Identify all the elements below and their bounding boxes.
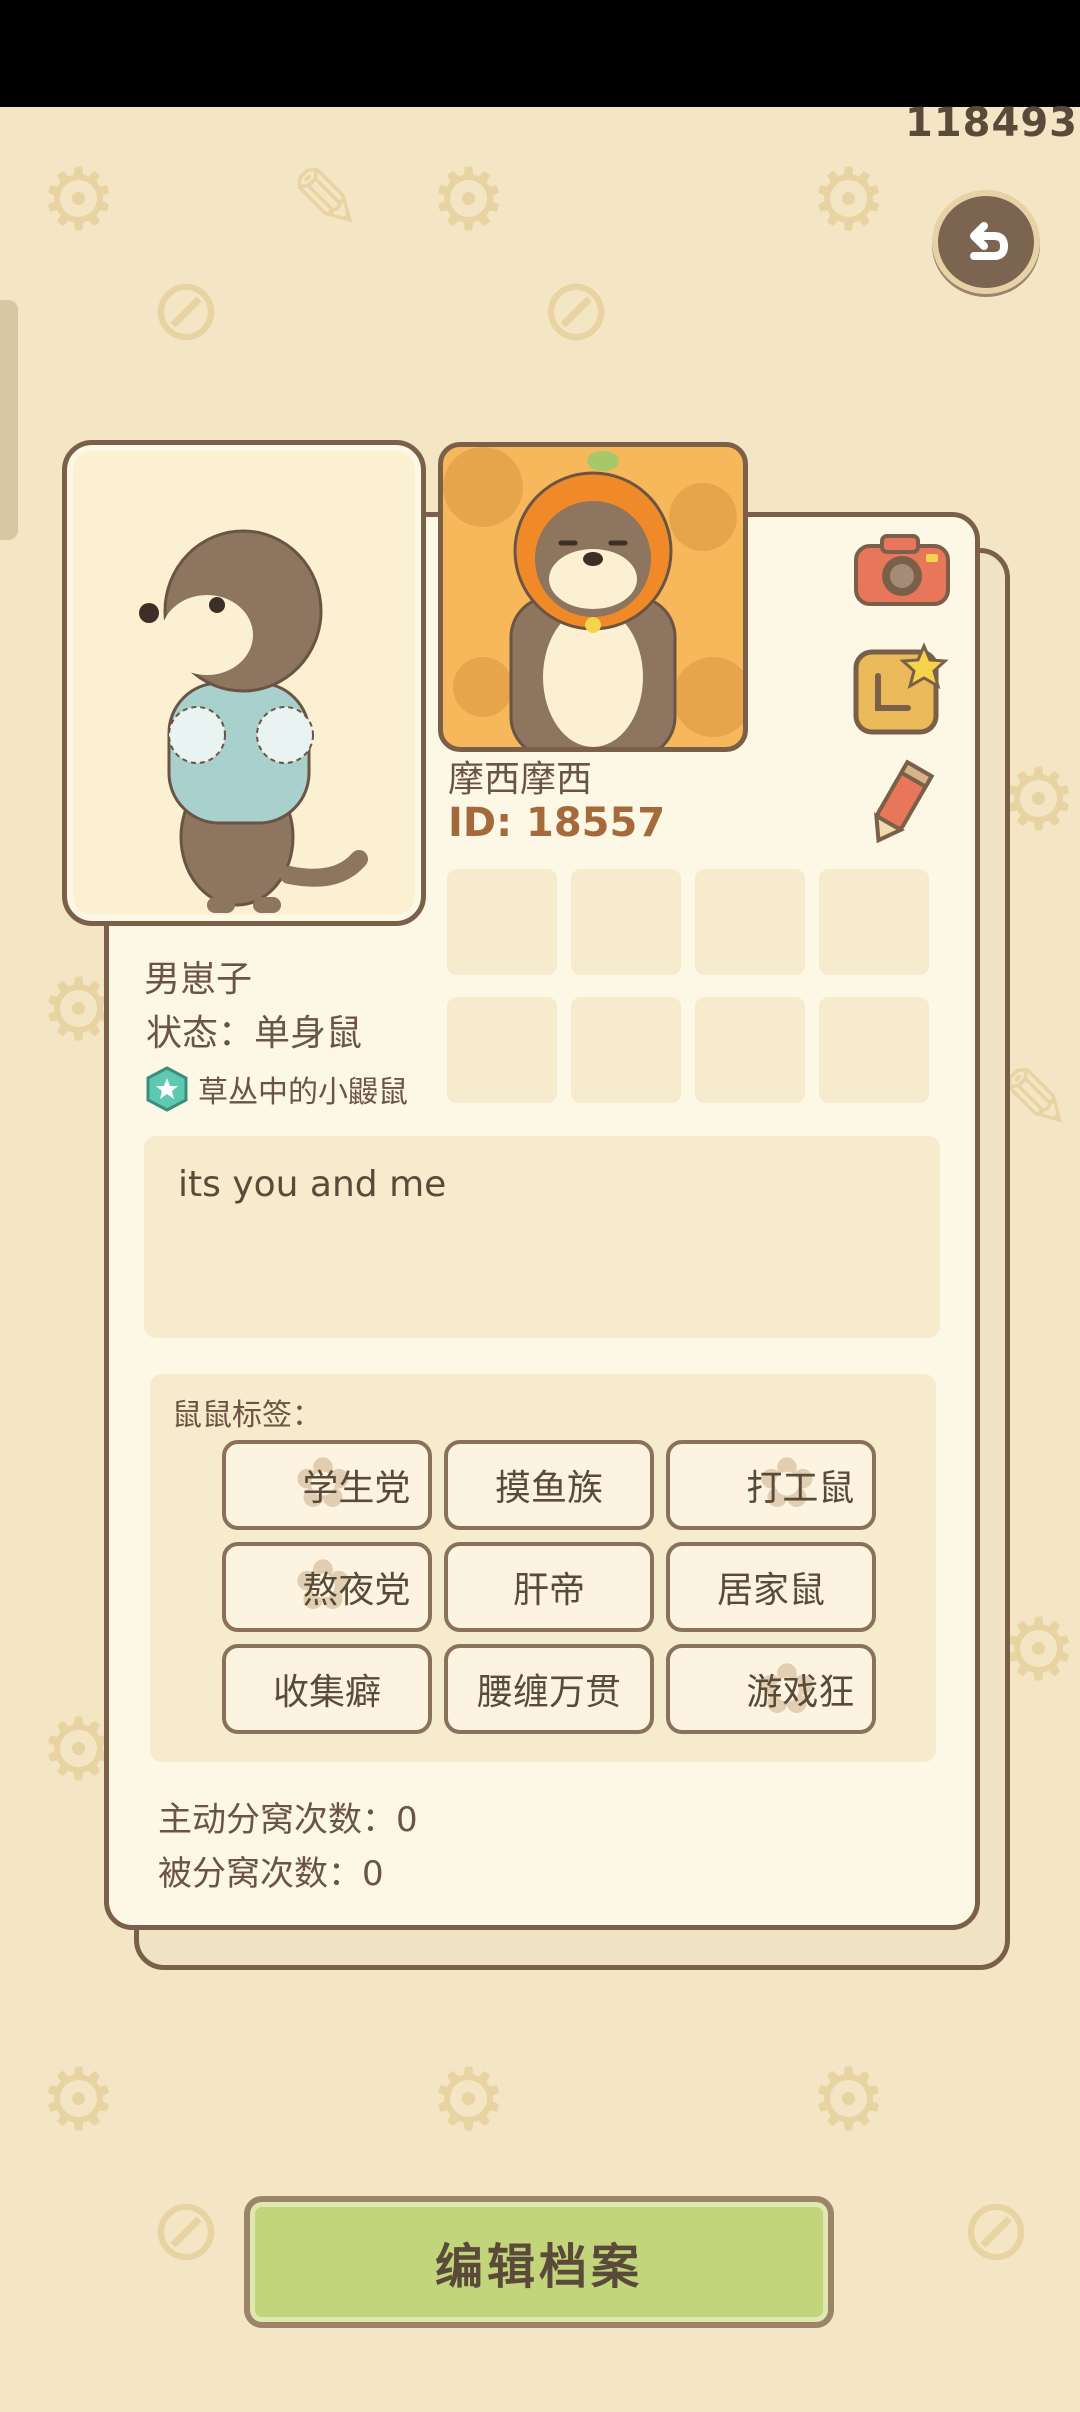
passive-breakup-count: 被分窝次数：0 <box>158 1854 384 1894</box>
status-bar <box>0 0 1080 107</box>
tag-button[interactable]: 肝帝 <box>444 1542 654 1632</box>
frame-sticker-icon <box>853 642 949 735</box>
tag-label: 腰缠万贯 <box>476 1672 621 1713</box>
pencil-icon <box>874 759 935 844</box>
relationship-status: 状态：单身鼠 <box>146 1013 363 1054</box>
slot[interactable] <box>571 997 681 1103</box>
tag-label: 收集癖 <box>272 1672 381 1713</box>
tag-button[interactable]: ✿ 学生党 <box>222 1440 432 1530</box>
nickname: 摩西摩西 <box>448 759 593 800</box>
currency-counter: 118493 <box>905 100 1078 146</box>
tags-label: 鼠鼠标签： <box>172 1398 322 1433</box>
tag-button[interactable]: 收集癖 <box>222 1644 432 1734</box>
bio-box[interactable]: its you and me <box>144 1136 940 1338</box>
tag-button[interactable]: 居家鼠 <box>666 1542 876 1632</box>
slot[interactable] <box>447 997 557 1103</box>
character-photo[interactable] <box>62 440 426 926</box>
slot[interactable] <box>819 869 929 975</box>
otter-avatar-image <box>443 447 743 747</box>
initiated-breakup-count: 主动分窝次数：0 <box>158 1800 418 1840</box>
slot[interactable] <box>447 869 557 975</box>
tag-label: 居家鼠 <box>716 1570 825 1611</box>
tag-button[interactable]: ✿ 熬夜党 <box>222 1542 432 1632</box>
slot[interactable] <box>695 869 805 975</box>
tag-button[interactable]: 摸鱼族 <box>444 1440 654 1530</box>
tag-label: 摸鱼族 <box>494 1468 603 1509</box>
bio-text: its you and me <box>178 1164 447 1205</box>
tag-label: 熬夜党 <box>302 1570 411 1611</box>
slot[interactable] <box>695 997 805 1103</box>
tag-label: 打工鼠 <box>746 1468 855 1509</box>
tag-button[interactable]: ✿ 游戏狂 <box>666 1644 876 1734</box>
slot[interactable] <box>819 997 929 1103</box>
camera-button[interactable] <box>852 530 952 614</box>
tag-button[interactable]: ✿ 打工鼠 <box>666 1440 876 1530</box>
edit-bio-button[interactable] <box>862 758 938 852</box>
frame-button[interactable] <box>850 640 950 744</box>
back-button[interactable] <box>932 190 1040 294</box>
otter-character-image <box>139 529 368 913</box>
user-id: ID: 18557 <box>448 800 666 846</box>
edit-profile-button[interactable]: 编辑档案 <box>244 2196 834 2328</box>
gender-label: 男崽子 <box>144 959 253 1000</box>
side-drawer-handle[interactable] <box>0 300 18 540</box>
title-text: 草丛中的小鼹鼠 <box>198 1075 408 1110</box>
tag-button[interactable]: 腰缠万贯 <box>444 1644 654 1734</box>
camera-icon <box>854 534 950 606</box>
slot[interactable] <box>571 869 681 975</box>
back-arrow-icon <box>970 222 1009 260</box>
tag-label: 学生党 <box>302 1468 411 1509</box>
tags-section: 鼠鼠标签： ✿ 学生党 摸鱼族 ✿ 打工鼠 ✿ 熬夜党 肝帝 居家鼠 收集癖 腰缠万贯… <box>150 1374 936 1762</box>
tag-label: 肝帝 <box>512 1570 585 1611</box>
tag-label: 游戏狂 <box>746 1672 855 1713</box>
title-badge[interactable]: 草丛中的小鼹鼠 <box>144 1066 408 1112</box>
star-badge-icon <box>146 1066 188 1112</box>
avatar[interactable] <box>438 442 748 752</box>
